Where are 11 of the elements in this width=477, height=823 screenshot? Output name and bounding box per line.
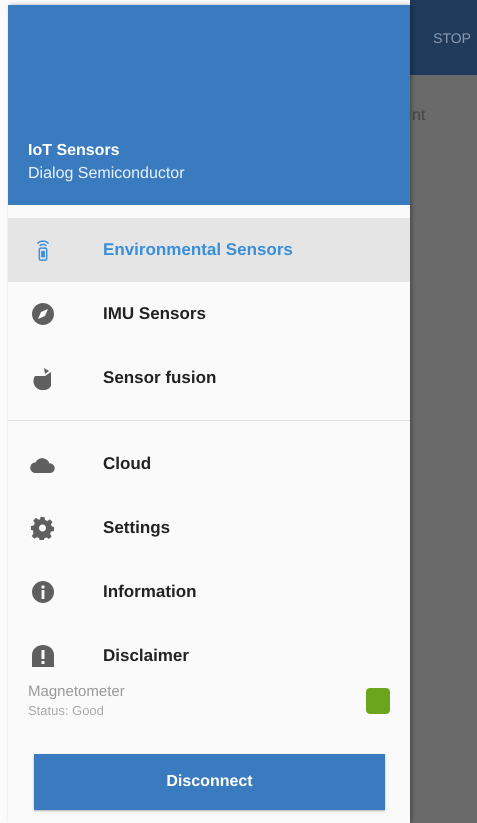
menu-item[interactable]: Information — [8, 560, 410, 624]
menu-item[interactable]: Sensor fusion — [8, 346, 410, 410]
menu-item[interactable]: IMU Sensors — [8, 282, 410, 346]
status-text: Status: Good — [28, 702, 105, 720]
sensor-name: Magnetometer — [28, 682, 125, 702]
app-title: IoT Sensors — [28, 141, 120, 161]
app-subtitle: Dialog Semiconductor — [28, 164, 185, 184]
menu-item[interactable]: Cloud — [8, 432, 410, 496]
menu-item[interactable]: Settings — [8, 496, 410, 560]
stop-button[interactable]: STOP — [433, 30, 471, 46]
disconnect-button[interactable]: Disconnect — [34, 754, 385, 810]
